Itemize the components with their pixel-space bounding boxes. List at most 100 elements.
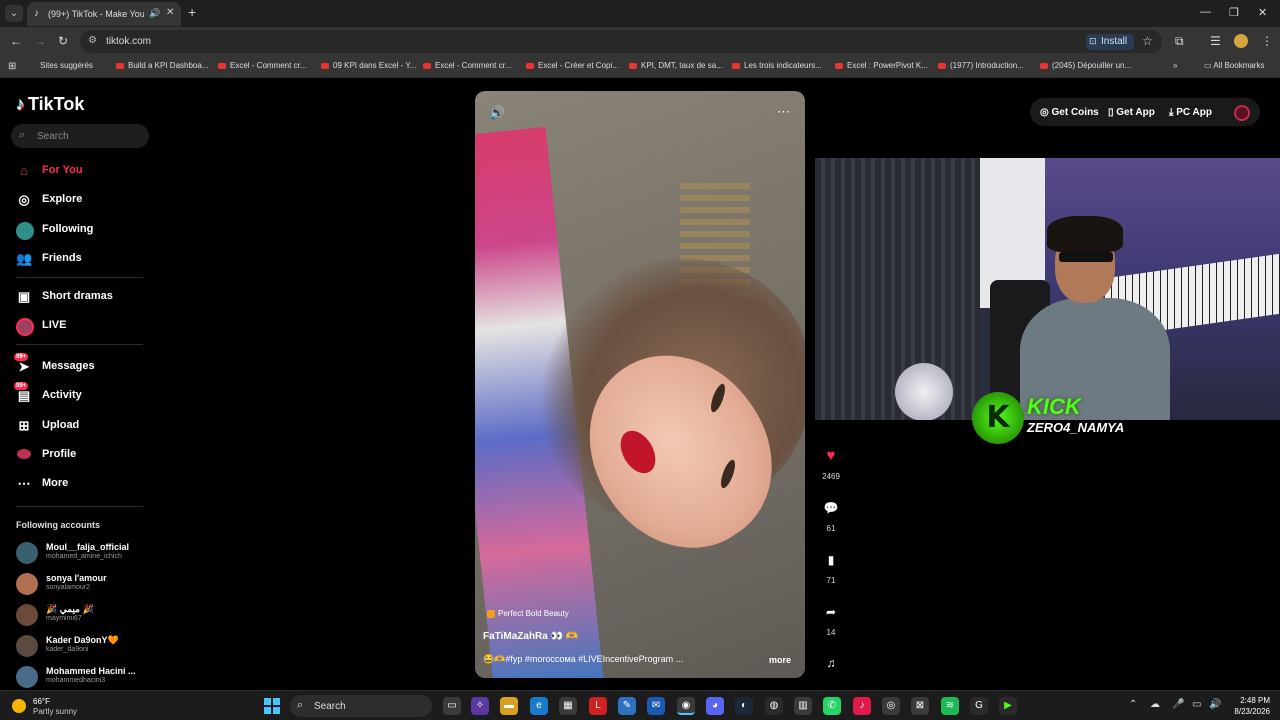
bookmark-item[interactable]: Excel - Comment cr... [423, 61, 511, 70]
taskbar-search[interactable]: ⌕ Search [290, 695, 432, 717]
nav-following[interactable]: Following [16, 219, 146, 241]
more-link[interactable]: more [769, 655, 791, 665]
tray-expand-icon[interactable]: ⌃ [1129, 699, 1137, 711]
nav-for-you[interactable]: ⌂ For You [16, 160, 146, 182]
edge-icon[interactable]: e [530, 697, 548, 715]
music-action[interactable]: ♫ [816, 650, 846, 676]
music-disc-icon[interactable]: ♫ [818, 650, 844, 676]
chrome-menu-icon[interactable]: ⋮ [1261, 35, 1273, 47]
app-pen-icon[interactable]: ✎ [618, 697, 636, 715]
reload-icon[interactable]: ↻ [58, 35, 68, 47]
following-account[interactable]: sonya l'amour sonyalamour2 [16, 571, 146, 601]
nav-activity[interactable]: ▤ 99+ Activity [14, 382, 146, 407]
task-view-icon[interactable]: ▭ [443, 697, 461, 715]
calculator-icon[interactable]: ▥ [794, 697, 812, 715]
comment-icon[interactable]: 💬 [818, 495, 844, 521]
volume-icon[interactable]: 🔊 [489, 106, 505, 119]
minimize-icon[interactable]: — [1200, 6, 1211, 18]
chrome-icon[interactable]: ◉ [677, 697, 695, 715]
capcut-editor-icon[interactable]: ⊠ [911, 697, 929, 715]
user-avatar[interactable] [1234, 105, 1250, 121]
display-icon[interactable]: ▭ [1192, 699, 1201, 711]
store-icon[interactable]: ▦ [559, 697, 577, 715]
bookmark-item[interactable]: (2045) Dépouiller un... [1040, 61, 1131, 70]
save-action[interactable]: ▮ 71 [816, 547, 846, 585]
video-player[interactable]: 🔊 ⋯ Perfect Bold Beauty FaTiMaZahRa 👀 🫶 … [475, 91, 805, 678]
comment-action[interactable]: 💬 61 [816, 495, 846, 533]
maximize-icon[interactable]: ❐ [1229, 6, 1239, 19]
bookmark-item[interactable]: Excel : PowerPivot K... [835, 61, 928, 70]
discord-icon[interactable]: ◕ [706, 697, 724, 715]
copilot-icon[interactable]: ✧ [471, 697, 489, 715]
nav-short-dramas[interactable]: ▣ Short dramas [16, 286, 146, 308]
pc-app-button[interactable]: ⤓ PC App [1169, 107, 1212, 118]
tiktok-logo[interactable]: ♪ TikTok [16, 94, 84, 115]
get-coins-button[interactable]: ◎ Get Coins [1040, 107, 1099, 118]
bookmark-icon[interactable]: ▮ [818, 547, 844, 573]
video-more-icon[interactable]: ⋯ [777, 105, 790, 118]
weather-widget[interactable]: 66°F Partly sunny [12, 696, 92, 716]
tiktok-app-icon[interactable]: ♪ [853, 697, 871, 715]
chrome-profile-avatar[interactable] [1234, 34, 1248, 48]
app-l-icon[interactable]: L [589, 697, 607, 715]
like-action[interactable]: ♥ 2469 [816, 443, 846, 481]
heart-icon[interactable]: ♥ [818, 443, 844, 469]
nav-more[interactable]: ⋯ More [16, 473, 146, 495]
capcut-icon[interactable]: ◎ [882, 697, 900, 715]
address-bar[interactable]: ⚙ tiktok.com [80, 30, 1162, 53]
bookmark-star-icon[interactable]: ☆ [1142, 35, 1153, 47]
bookmark-item[interactable]: Les trois indicateurs... [732, 61, 822, 70]
site-info-icon[interactable]: ⚙ [88, 35, 97, 46]
audio-playing-icon[interactable]: 🔊 [149, 8, 160, 19]
search-box[interactable]: ⌕ [11, 124, 149, 148]
back-icon[interactable]: ← [10, 35, 22, 47]
new-tab-icon[interactable]: + [188, 5, 196, 19]
share-icon[interactable]: ➦ [818, 599, 844, 625]
following-account[interactable]: Moul__falja_official mohamed_amine_ichic… [16, 540, 146, 570]
nav-upload[interactable]: ⊞ Upload [16, 415, 146, 437]
apps-icon[interactable]: ⊞ [8, 61, 16, 72]
microphone-icon[interactable]: 🎤 [1172, 699, 1184, 711]
bookmark-item[interactable]: Build a KPI Dashboa... [116, 61, 209, 70]
windows-start-icon[interactable] [264, 698, 280, 714]
bookmark-item[interactable]: Excel - Créer et Copi... [526, 61, 619, 70]
file-explorer-icon[interactable]: ▬ [500, 697, 518, 715]
bookmark-item[interactable]: KPI, DMT, taux de sa... [629, 61, 723, 70]
effect-tag[interactable]: Perfect Bold Beauty [487, 609, 569, 618]
all-bookmarks[interactable]: ▭ All Bookmarks [1204, 61, 1264, 70]
tab-search-button[interactable]: ⌄ [5, 5, 23, 22]
forward-icon[interactable]: → [34, 35, 46, 47]
bookmark-item[interactable]: (1977) Introduction... [938, 61, 1024, 70]
search-input[interactable] [37, 128, 141, 144]
following-account[interactable]: 🎉 ميمي 🎉 maymimi67 [16, 602, 146, 632]
nav-messages[interactable]: ➤ 99+ Messages [14, 353, 146, 378]
onedrive-icon[interactable]: ☁ [1150, 699, 1160, 711]
nav-live[interactable]: LIVE [16, 315, 146, 337]
bookmark-item[interactable]: 09 KPI dans Excel - Y... [321, 61, 416, 70]
system-clock[interactable]: 2:48 PM 8/23/2026 [1228, 695, 1270, 717]
browser-tab[interactable]: ♪ (99+) TikTok - Make Your Day 🔊 ✕ [27, 2, 181, 26]
get-app-button[interactable]: ▯ Get App [1108, 107, 1155, 118]
extensions-icon[interactable]: ⧉ [1175, 35, 1184, 47]
share-action[interactable]: ➦ 14 [816, 599, 846, 637]
following-account[interactable]: Kader Da9onY🧡 kader_da9oni [16, 633, 146, 663]
steam-icon[interactable]: ◐ [735, 697, 753, 715]
spotify-icon[interactable]: ≋ [941, 697, 959, 715]
video-author[interactable]: FaTiMaZahRa 👀 🫶 [483, 631, 578, 642]
obs-icon[interactable]: ◍ [765, 697, 783, 715]
whatsapp-icon[interactable]: ✆ [823, 697, 841, 715]
kick-app-icon[interactable]: ▶ [999, 697, 1017, 715]
nav-explore[interactable]: ◎ Explore [16, 189, 146, 211]
nav-friends[interactable]: 👥 Friends [16, 248, 146, 270]
reading-list-icon[interactable]: ☰ [1210, 35, 1221, 47]
outlook-icon[interactable]: ✉ [647, 697, 665, 715]
install-app-button[interactable]: ⊡ Install [1086, 34, 1134, 50]
more-bookmarks-icon[interactable]: » [1173, 61, 1177, 70]
nav-profile[interactable]: Profile [16, 444, 146, 466]
tab-close-icon[interactable]: ✕ [166, 7, 174, 18]
close-window-icon[interactable]: ✕ [1258, 6, 1267, 19]
bookmark-item[interactable]: Excel - Comment cr... [218, 61, 306, 70]
bookmark-item[interactable]: Sites suggérés [40, 61, 93, 70]
app-g-icon[interactable]: G [970, 697, 988, 715]
speaker-icon[interactable]: 🔊 [1209, 699, 1221, 711]
